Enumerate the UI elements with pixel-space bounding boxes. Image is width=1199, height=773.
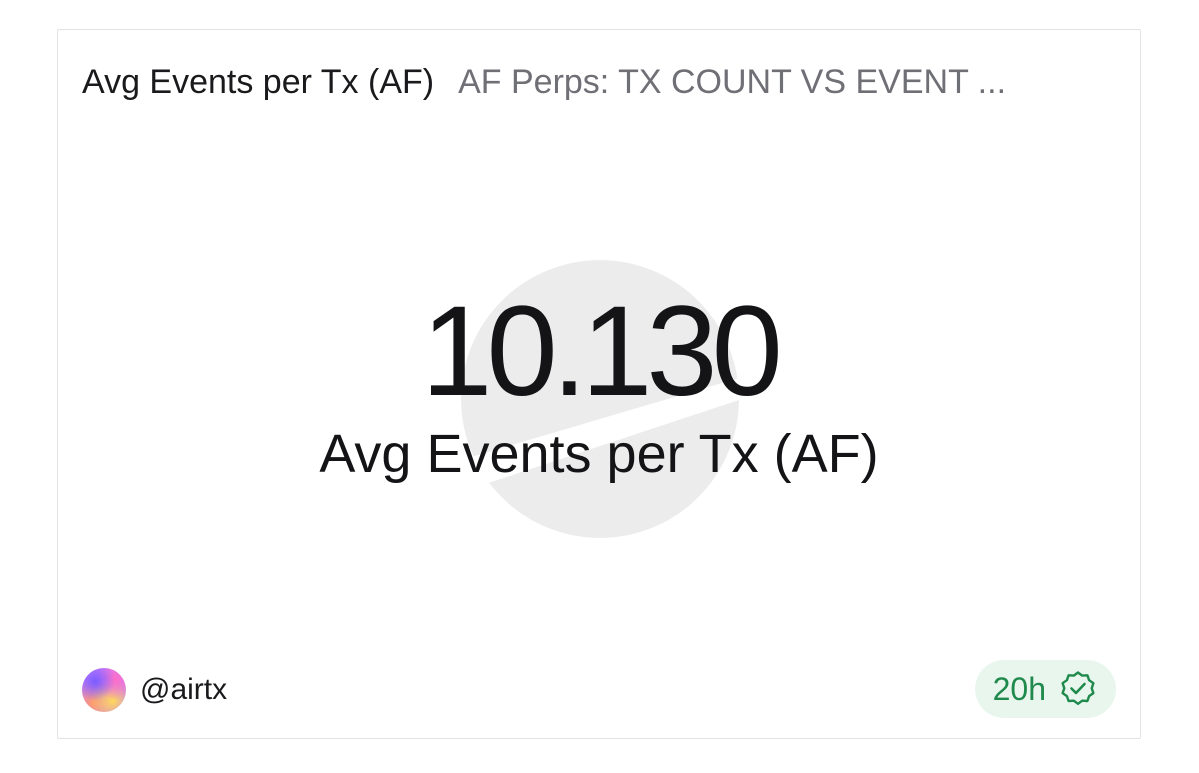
- counter-label: Avg Events per Tx (AF): [319, 424, 879, 484]
- refresh-age-text: 20h: [992, 670, 1046, 707]
- counter-value: 10.130: [421, 280, 783, 423]
- author-username: @airtx: [140, 673, 228, 706]
- verified-check-icon: [1061, 671, 1095, 705]
- widget-header: Avg Events per Tx (AF) AF Perps: TX COUN…: [82, 60, 1100, 104]
- query-title-link[interactable]: AF Perps: TX COUNT VS EVENT ...: [458, 60, 1100, 104]
- counter-display: 10.130 Avg Events per Tx (AF): [58, 288, 1140, 486]
- avatar: [82, 668, 126, 712]
- widget-title[interactable]: Avg Events per Tx (AF): [82, 60, 434, 104]
- counter-widget-card: Avg Events per Tx (AF) AF Perps: TX COUN…: [57, 29, 1141, 739]
- author-link[interactable]: @airtx: [82, 667, 227, 713]
- refresh-status-badge[interactable]: 20h: [974, 660, 1116, 718]
